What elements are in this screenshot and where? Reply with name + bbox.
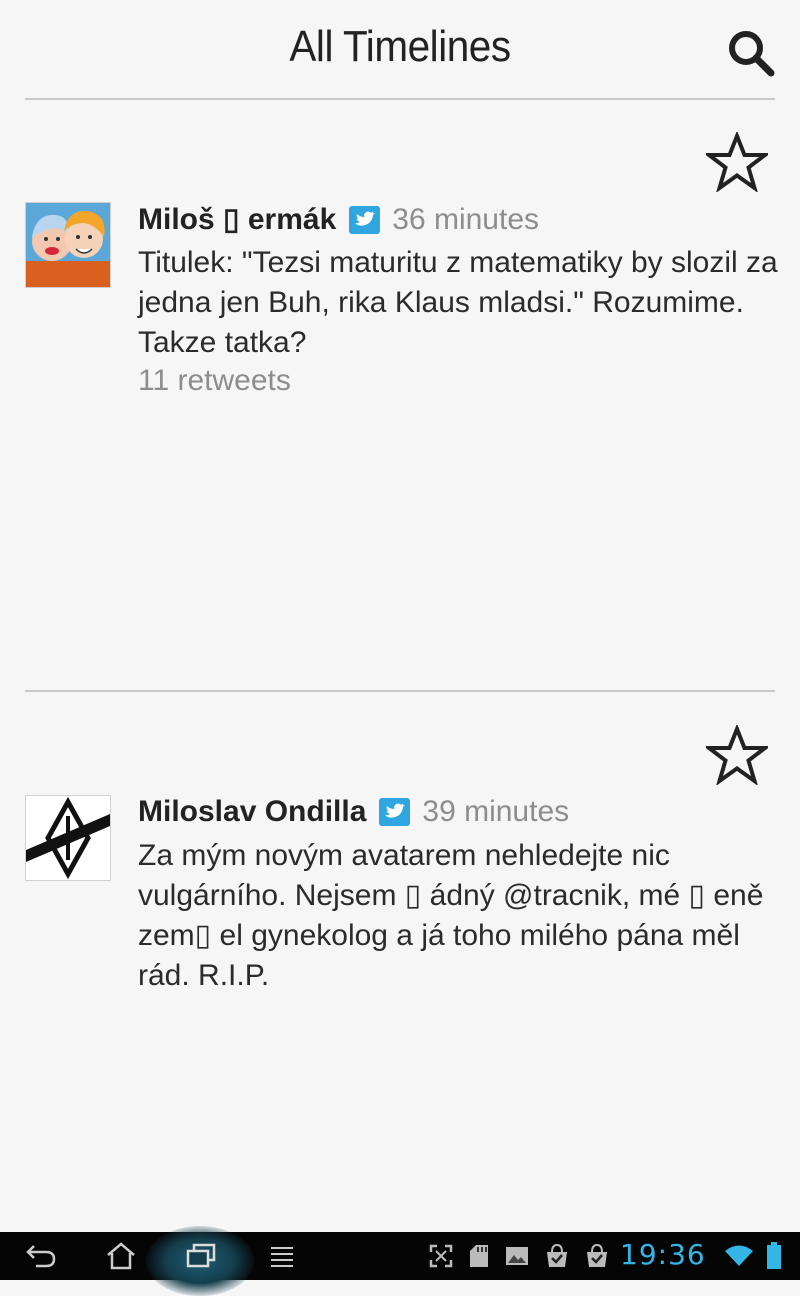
favorite-star-icon[interactable] — [706, 725, 768, 785]
wifi-icon[interactable] — [724, 1244, 754, 1268]
system-navigation-bar: 19:36 — [0, 1226, 800, 1296]
home-icon — [107, 1242, 135, 1270]
tweet-meta: Miloslav Ondilla 39 minutes — [138, 795, 569, 829]
sd-card-icon[interactable] — [468, 1243, 490, 1269]
app-header: All Timelines — [0, 0, 800, 100]
back-icon — [26, 1245, 56, 1268]
page-title: All Timelines — [289, 22, 511, 71]
favorite-star-icon[interactable] — [706, 132, 768, 192]
menu-icon — [271, 1247, 293, 1267]
menu-button[interactable] — [264, 1232, 300, 1280]
avatar[interactable] — [25, 795, 111, 881]
back-button[interactable] — [20, 1232, 62, 1280]
tweet-text: Za mým novým avatarem nehledejte nic vul… — [138, 839, 764, 992]
shopping-bag-icon[interactable] — [544, 1243, 570, 1269]
twitter-bird-icon — [379, 798, 411, 826]
twitter-bird-icon — [349, 205, 381, 234]
home-button[interactable] — [100, 1232, 142, 1280]
recent-apps-button[interactable] — [180, 1232, 222, 1280]
header-divider — [25, 98, 775, 100]
status-clock: 19:36 — [620, 1238, 706, 1271]
avatar[interactable] — [25, 202, 111, 288]
recent-apps-icon — [186, 1243, 216, 1268]
retweet-count: 11 retweets — [138, 364, 291, 397]
battery-icon[interactable] — [766, 1242, 782, 1270]
gallery-icon[interactable] — [504, 1243, 530, 1269]
tweet-divider — [25, 690, 775, 692]
search-icon[interactable] — [726, 28, 776, 78]
avatar-cartoon-icon — [26, 203, 110, 287]
tweet-meta: Miloš ▯ ermák 36 minutes — [138, 202, 539, 237]
notification-icons — [428, 1232, 610, 1280]
tweet-author[interactable]: Miloš ▯ ermák — [138, 202, 336, 237]
screenshot-icon[interactable] — [428, 1243, 454, 1269]
tweet-text: Titulek: "Tezsi maturitu z matematiky by… — [138, 246, 778, 359]
tweet-timestamp: 36 minutes — [392, 202, 540, 236]
shopping-bag-icon[interactable] — [584, 1243, 610, 1269]
tweet-timestamp: 39 minutes — [422, 795, 570, 828]
tweet-author[interactable]: Miloslav Ondilla — [138, 795, 366, 829]
avatar-symbol-icon — [26, 796, 110, 880]
